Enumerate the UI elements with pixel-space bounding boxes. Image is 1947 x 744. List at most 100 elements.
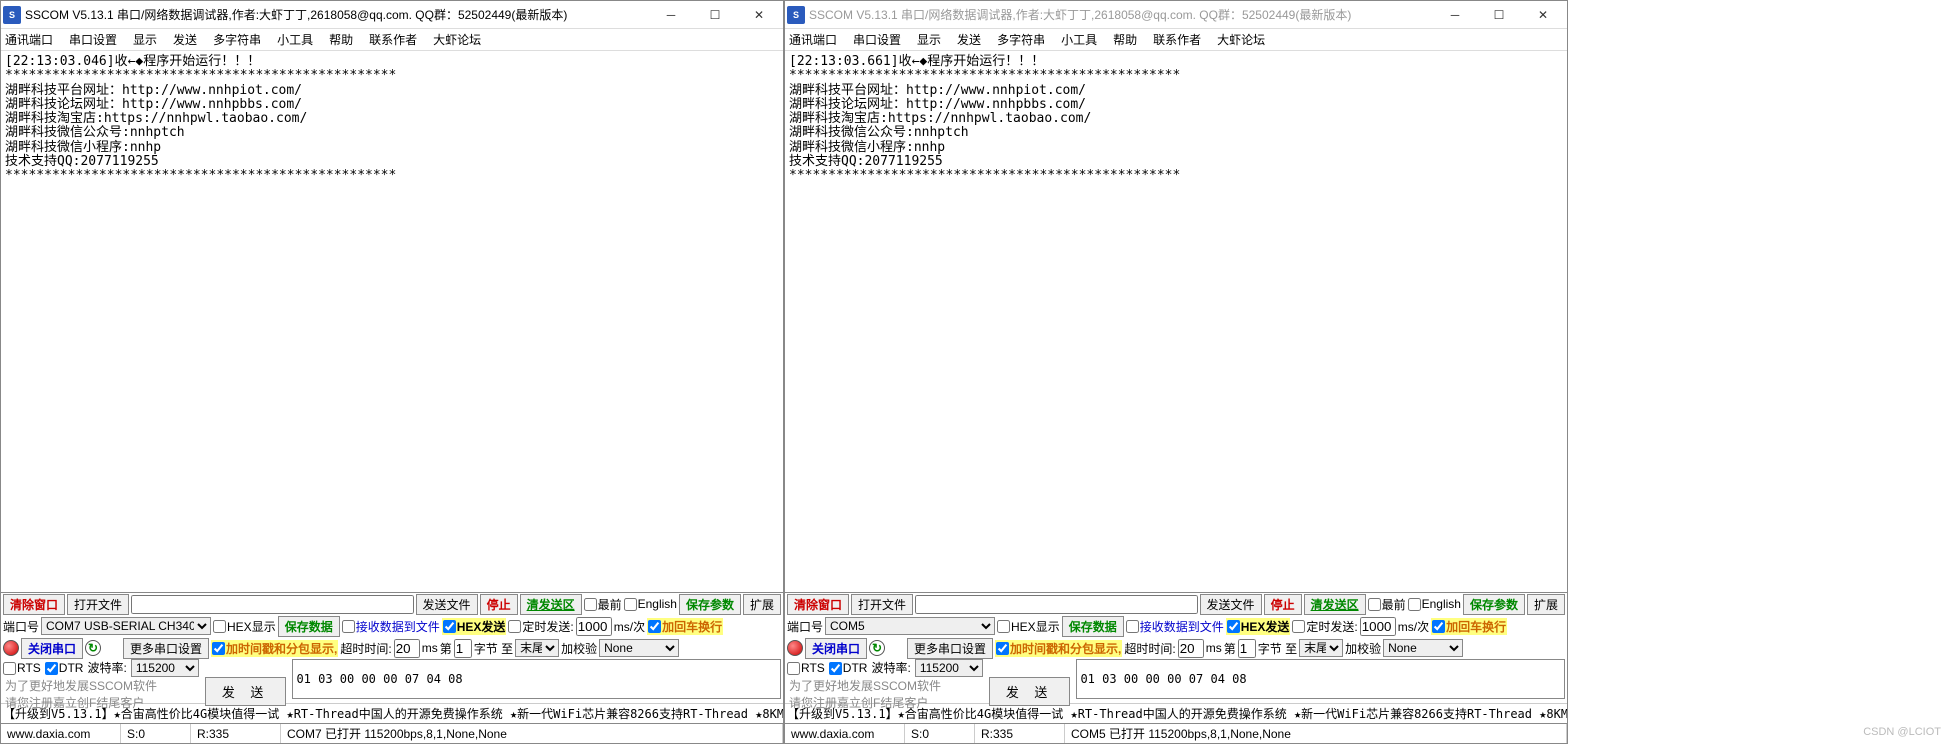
close-port-button[interactable]: 关闭串口	[805, 638, 867, 659]
close-button[interactable]: ✕	[737, 1, 781, 29]
maximize-button[interactable]: ☐	[693, 1, 737, 29]
send-button[interactable]: 发 送	[205, 677, 287, 706]
dtr-checkbox[interactable]: DTR	[829, 659, 868, 677]
send-file-button[interactable]: 发送文件	[416, 594, 478, 615]
menu-send[interactable]: 发送	[957, 31, 981, 48]
port-status-icon	[3, 640, 19, 656]
clear-window-button[interactable]: 清除窗口	[3, 594, 65, 615]
menu-help[interactable]: 帮助	[329, 31, 353, 48]
timeout-field[interactable]	[1178, 639, 1204, 658]
stop-button[interactable]: 停止	[480, 594, 518, 615]
byte-end-select[interactable]: 末尾	[1299, 639, 1343, 657]
menu-multi[interactable]: 多字符串	[997, 31, 1045, 48]
timed-send-checkbox[interactable]: 定时发送:	[1292, 618, 1357, 635]
close-port-button[interactable]: 关闭串口	[21, 638, 83, 659]
menu-forum[interactable]: 大虾论坛	[433, 31, 481, 48]
menu-display[interactable]: 显示	[133, 31, 157, 48]
interval-field[interactable]	[576, 617, 612, 636]
topmost-checkbox[interactable]: 最前	[584, 596, 622, 613]
baud-select[interactable]: 115200	[915, 659, 983, 677]
rts-checkbox[interactable]: RTS	[787, 659, 825, 677]
save-data-button[interactable]: 保存数据	[1062, 616, 1124, 637]
extend-button[interactable]: 扩展	[1527, 594, 1565, 615]
port-select[interactable]: COM5	[825, 617, 995, 635]
status-site[interactable]: www.daxia.com	[1, 724, 121, 743]
recv-to-file-checkbox[interactable]: 接收数据到文件	[1126, 618, 1224, 635]
menu-forum[interactable]: 大虾论坛	[1217, 31, 1265, 48]
menu-serial[interactable]: 串口设置	[69, 31, 117, 48]
statusbar: www.daxia.com S:0 R:335 COM5 已打开 115200b…	[785, 723, 1567, 743]
timed-send-checkbox[interactable]: 定时发送:	[508, 618, 573, 635]
checksum-select[interactable]: None	[1383, 639, 1463, 657]
checksum-label: 加校验	[1345, 640, 1381, 657]
hex-display-checkbox[interactable]: HEX显示	[997, 618, 1060, 635]
interval-field[interactable]	[1360, 617, 1396, 636]
send-button[interactable]: 发 送	[989, 677, 1071, 706]
port-select[interactable]: COM7 USB-SERIAL CH340	[41, 617, 211, 635]
menu-send[interactable]: 发送	[173, 31, 197, 48]
english-checkbox[interactable]: English	[624, 597, 677, 611]
refresh-icon[interactable]: ↻	[85, 640, 101, 656]
menu-multi[interactable]: 多字符串	[213, 31, 261, 48]
save-config-button[interactable]: 保存参数	[679, 594, 741, 615]
checksum-select[interactable]: None	[599, 639, 679, 657]
recv-to-file-checkbox[interactable]: 接收数据到文件	[342, 618, 440, 635]
hex-send-checkbox[interactable]: HEX发送	[1226, 618, 1291, 635]
timestamp-checkbox[interactable]: 加时间戳和分包显示,	[995, 640, 1122, 657]
file-path-field[interactable]	[915, 595, 1198, 614]
timeout-field[interactable]	[394, 639, 420, 658]
baud-select[interactable]: 115200	[131, 659, 199, 677]
minimize-button[interactable]: ─	[1433, 1, 1477, 29]
byte-from-field[interactable]	[454, 639, 472, 658]
dtr-checkbox[interactable]: DTR	[45, 659, 84, 677]
hex-display-checkbox[interactable]: HEX显示	[213, 618, 276, 635]
byte-from-field[interactable]	[1238, 639, 1256, 658]
minimize-button[interactable]: ─	[649, 1, 693, 29]
status-site[interactable]: www.daxia.com	[785, 724, 905, 743]
menu-display[interactable]: 显示	[917, 31, 941, 48]
output-log[interactable]: [22:13:03.661]收←◆程序开始运行！！！ *************…	[785, 51, 1567, 592]
stop-button[interactable]: 停止	[1264, 594, 1302, 615]
clear-window-button[interactable]: 清除窗口	[787, 594, 849, 615]
byte-to-label: 字节 至	[1258, 640, 1297, 657]
english-checkbox[interactable]: English	[1408, 597, 1461, 611]
ad-line[interactable]: 【升级到V5.13.1】★合宙高性价比4G模块值得一试 ★RT-Thread中国…	[785, 703, 1567, 723]
save-data-button[interactable]: 保存数据	[278, 616, 340, 637]
file-path-field[interactable]	[131, 595, 414, 614]
send-file-button[interactable]: 发送文件	[1200, 594, 1262, 615]
maximize-button[interactable]: ☐	[1477, 1, 1521, 29]
status-conn: COM7 已打开 115200bps,8,1,None,None	[281, 724, 783, 743]
menu-help[interactable]: 帮助	[1113, 31, 1137, 48]
hex-send-checkbox[interactable]: HEX发送	[442, 618, 507, 635]
clear-send-button[interactable]: 清发送区	[520, 594, 582, 615]
send-buffer[interactable]	[292, 659, 781, 699]
add-cr-checkbox[interactable]: 加回车换行	[647, 618, 723, 635]
ad-line[interactable]: 【升级到V5.13.1】★合宙高性价比4G模块值得一试 ★RT-Thread中国…	[1, 703, 783, 723]
menu-comm[interactable]: 通讯端口	[5, 31, 53, 48]
port-label: 端口号	[3, 618, 39, 635]
more-settings-button[interactable]: 更多串口设置	[123, 638, 209, 659]
menu-serial[interactable]: 串口设置	[853, 31, 901, 48]
titlebar[interactable]: S SSCOM V5.13.1 串口/网络数据调试器,作者:大虾丁丁,26180…	[1, 1, 783, 29]
save-config-button[interactable]: 保存参数	[1463, 594, 1525, 615]
menu-comm[interactable]: 通讯端口	[789, 31, 837, 48]
timestamp-checkbox[interactable]: 加时间戳和分包显示,	[211, 640, 338, 657]
menu-tools[interactable]: 小工具	[1061, 31, 1097, 48]
clear-send-button[interactable]: 清发送区	[1304, 594, 1366, 615]
open-file-button[interactable]: 打开文件	[851, 594, 913, 615]
topmost-checkbox[interactable]: 最前	[1368, 596, 1406, 613]
close-button[interactable]: ✕	[1521, 1, 1565, 29]
output-log[interactable]: [22:13:03.046]收←◆程序开始运行！！！ *************…	[1, 51, 783, 592]
add-cr-checkbox[interactable]: 加回车换行	[1431, 618, 1507, 635]
refresh-icon[interactable]: ↻	[869, 640, 885, 656]
extend-button[interactable]: 扩展	[743, 594, 781, 615]
send-buffer[interactable]	[1076, 659, 1565, 699]
more-settings-button[interactable]: 更多串口设置	[907, 638, 993, 659]
menu-contact[interactable]: 联系作者	[1153, 31, 1201, 48]
menu-contact[interactable]: 联系作者	[369, 31, 417, 48]
titlebar[interactable]: S SSCOM V5.13.1 串口/网络数据调试器,作者:大虾丁丁,26180…	[785, 1, 1567, 29]
byte-end-select[interactable]: 末尾	[515, 639, 559, 657]
menu-tools[interactable]: 小工具	[277, 31, 313, 48]
open-file-button[interactable]: 打开文件	[67, 594, 129, 615]
rts-checkbox[interactable]: RTS	[3, 659, 41, 677]
